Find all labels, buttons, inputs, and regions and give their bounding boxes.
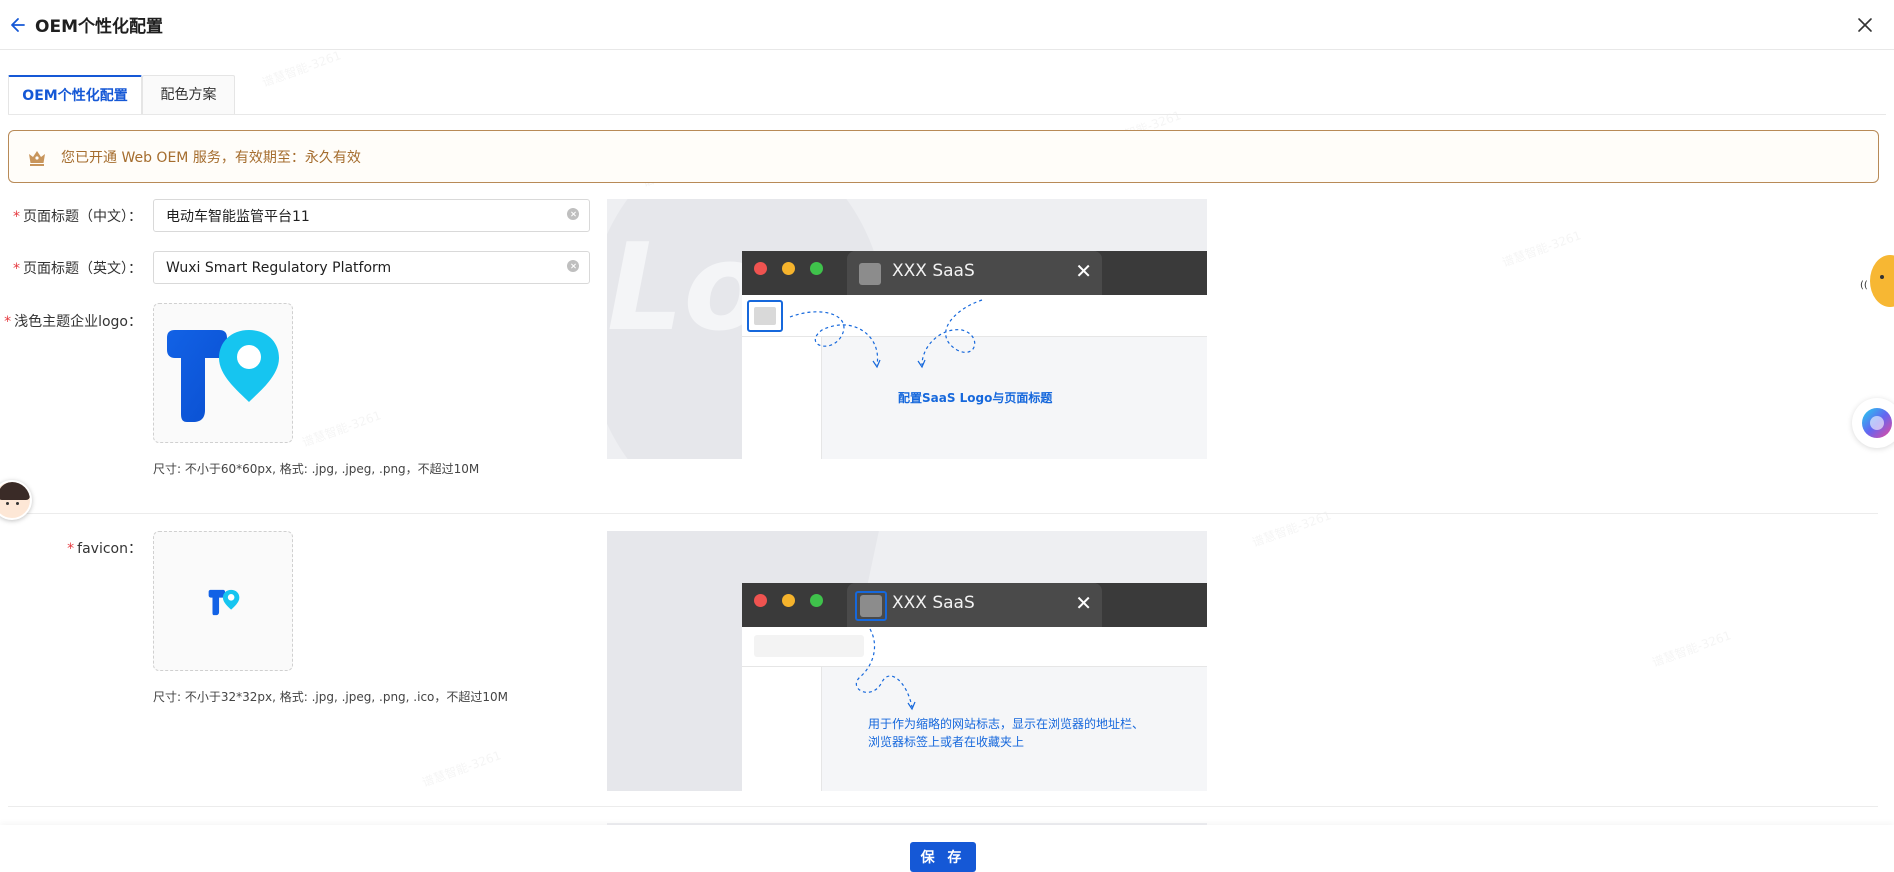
browser-tab-bar: XXX SaaS ✕ xyxy=(742,251,1207,295)
page-title: OEM个性化配置 xyxy=(35,17,163,37)
logo-callout: 配置SaaS Logo与页面标题 xyxy=(898,391,1053,405)
logo-slot-highlight xyxy=(747,300,783,332)
sidebar-mock xyxy=(742,667,822,791)
title-cn-label: * 页面标题（中文）： xyxy=(13,206,142,226)
browser-tab-title: XXX SaaS xyxy=(892,593,975,613)
tab-close-icon: ✕ xyxy=(1075,591,1092,615)
mascot-helper-icon[interactable] xyxy=(1870,255,1894,307)
browser-tab-title: XXX SaaS xyxy=(892,261,975,281)
favicon-placeholder-icon xyxy=(860,595,882,617)
window-dot-yellow xyxy=(782,262,795,275)
oem-config-page: 谱慧智能-3261 谱慧智能-3261 谱慧智能-3261 谱慧智能-3261 … xyxy=(0,0,1894,872)
required-mark: * xyxy=(13,261,20,277)
oem-service-notice: 您已开通 Web OEM 服务，有效期至：永久有效 xyxy=(8,130,1879,183)
required-mark: * xyxy=(67,541,75,557)
close-icon[interactable] xyxy=(1854,14,1876,36)
crown-icon xyxy=(29,151,45,166)
required-mark: * xyxy=(13,209,20,225)
dashed-arrows xyxy=(789,299,983,369)
sound-wave-icon: (( xyxy=(1860,280,1868,291)
favicon-callout: 用于作为缩略的网站标志，显示在浏览器的地址栏、 浏览器标签上或者在收藏夹上 xyxy=(868,715,1144,751)
logo-hint: 尺寸: 不小于60*60px, 格式: .jpg, .jpeg, .png，不超… xyxy=(153,462,480,476)
logo-preview: Lo XXX SaaS ✕ 配置SaaS Logo与页面标题 xyxy=(607,199,1207,459)
window-dot-yellow xyxy=(782,594,795,607)
tab-close-icon: ✕ xyxy=(1075,259,1092,283)
favicon-hint: 尺寸: 不小于32*32px, 格式: .jpg, .jpeg, .png, .… xyxy=(153,690,509,704)
save-button[interactable]: 保 存 xyxy=(910,842,976,872)
page-header: OEM个性化配置 xyxy=(0,0,1894,50)
browser-body: 配置SaaS Logo与页面标题 xyxy=(742,295,1207,459)
title-en-label: * 页面标题（英文）： xyxy=(13,258,142,278)
tab-divider xyxy=(8,114,1886,115)
window-dot-red xyxy=(754,262,767,275)
window-dot-red xyxy=(754,594,767,607)
callout-line: 浏览器标签上或者在收藏夹上 xyxy=(868,735,1025,749)
label-text: 浅色主题企业logo： xyxy=(14,314,142,330)
back-arrow-icon[interactable] xyxy=(8,14,30,36)
window-dot-green xyxy=(810,262,823,275)
tab-oem-config[interactable]: OEM个性化配置 xyxy=(8,75,142,115)
favicon-image xyxy=(208,589,240,616)
label-text: 页面标题（英文）： xyxy=(23,261,142,277)
browser-toolbar xyxy=(742,627,1207,667)
favicon-upload[interactable] xyxy=(153,531,293,671)
window-dot-green xyxy=(810,594,823,607)
title-cn-input[interactable] xyxy=(153,199,590,232)
browser-tab: XXX SaaS ✕ xyxy=(847,583,1102,627)
title-en-input[interactable] xyxy=(153,251,590,284)
dashed-arrow xyxy=(855,628,916,711)
company-logo-image xyxy=(167,330,279,422)
assistant-avatar[interactable] xyxy=(0,480,32,520)
ai-assistant-icon[interactable] xyxy=(1852,398,1894,448)
clear-icon[interactable] xyxy=(567,260,579,272)
notice-text: 您已开通 Web OEM 服务，有效期至：永久有效 xyxy=(61,150,361,166)
logo-upload[interactable] xyxy=(153,303,293,443)
label-text: 页面标题（中文）： xyxy=(23,209,142,225)
section-divider xyxy=(8,806,1878,807)
logo-label: * 浅色主题企业logo： xyxy=(4,311,142,331)
browser-tab: XXX SaaS ✕ xyxy=(847,251,1102,295)
required-mark: * xyxy=(4,314,12,330)
label-text: favicon： xyxy=(77,541,142,557)
browser-tab-bar: XXX SaaS ✕ xyxy=(742,583,1207,627)
section-divider xyxy=(8,513,1878,514)
clear-icon[interactable] xyxy=(567,208,579,220)
tab-color-scheme[interactable]: 配色方案 xyxy=(142,75,235,115)
favicon-preview: XXX SaaS ✕ 用于作为缩略的网站标志，显示在浏览器的地址栏、 浏览器标签… xyxy=(607,531,1207,791)
browser-body: 用于作为缩略的网站标志，显示在浏览器的地址栏、 浏览器标签上或者在收藏夹上 xyxy=(742,627,1207,791)
favicon-placeholder-icon xyxy=(859,263,881,285)
favicon-label: * favicon： xyxy=(67,538,142,558)
callout-line: 用于作为缩略的网站标志，显示在浏览器的地址栏、 xyxy=(868,717,1145,731)
